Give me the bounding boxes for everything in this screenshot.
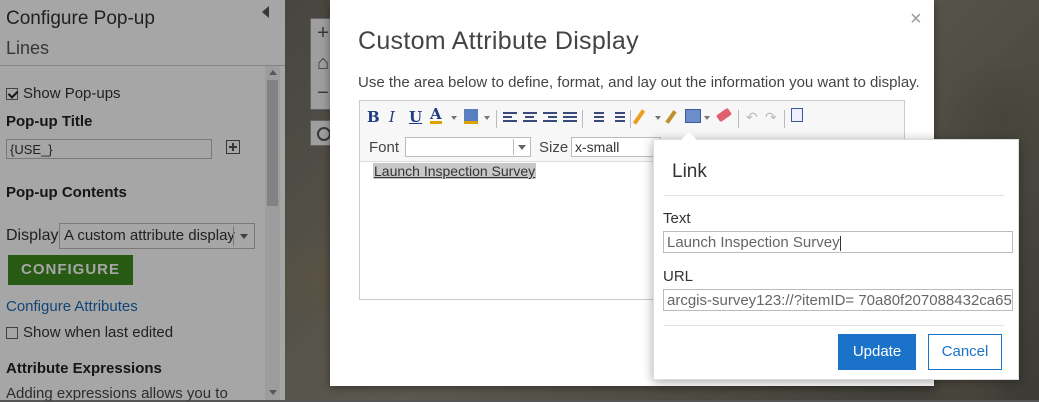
insert-image-icon[interactable]: [685, 109, 701, 123]
divider: [513, 139, 514, 155]
close-icon[interactable]: ×: [910, 8, 922, 31]
update-button[interactable]: Update: [838, 334, 916, 370]
bullet-list-icon[interactable]: [611, 112, 625, 124]
unlink-icon[interactable]: [665, 110, 677, 124]
underline-button[interactable]: U: [409, 108, 422, 126]
bold-button[interactable]: B: [367, 108, 380, 126]
dialog-description: Use the area below to define, format, an…: [358, 74, 920, 91]
editor-link-text[interactable]: Launch Inspection Survey: [373, 163, 537, 179]
divider: [664, 325, 1004, 326]
chevron-down-icon: [518, 145, 526, 150]
link-text-value: Launch Inspection Survey: [667, 234, 840, 251]
link-popup: Link Text Launch Inspection Survey URL a…: [653, 132, 1019, 380]
view-source-icon[interactable]: [791, 108, 803, 122]
divider: [738, 110, 739, 128]
divider: [496, 110, 497, 128]
highlight-color-icon[interactable]: [464, 109, 478, 124]
cancel-button[interactable]: Cancel: [928, 334, 1002, 370]
popup-pointer: [681, 132, 697, 140]
size-select[interactable]: x-small: [571, 137, 661, 157]
chevron-down-icon[interactable]: [704, 116, 710, 120]
undo-icon[interactable]: ↶: [746, 109, 758, 126]
chevron-down-icon[interactable]: [451, 116, 457, 120]
redo-icon[interactable]: ↷: [765, 109, 777, 126]
align-right-icon[interactable]: [543, 112, 557, 124]
align-left-icon[interactable]: [503, 112, 517, 124]
italic-button[interactable]: I: [389, 108, 395, 126]
divider: [582, 110, 583, 128]
font-select[interactable]: [405, 137, 531, 157]
numbered-list-icon[interactable]: [590, 112, 604, 124]
font-color-button[interactable]: A: [430, 107, 442, 124]
chevron-down-icon[interactable]: [655, 116, 661, 120]
dialog-title: Custom Attribute Display: [358, 27, 639, 55]
link-url-input[interactable]: arcgis-survey123://?itemID= 70a80f207088…: [663, 289, 1013, 311]
size-label: Size: [539, 139, 569, 156]
link-popup-title: Link: [672, 161, 707, 182]
divider: [664, 195, 1004, 196]
divider: [784, 110, 785, 128]
chevron-down-icon[interactable]: [484, 116, 490, 120]
align-justify-icon[interactable]: [563, 112, 577, 124]
link-icon[interactable]: [632, 109, 646, 125]
font-label: Font: [369, 139, 400, 156]
divider: [630, 110, 631, 128]
align-center-icon[interactable]: [523, 112, 537, 124]
link-text-input[interactable]: Launch Inspection Survey: [663, 231, 1013, 253]
link-text-label: Text: [663, 210, 691, 227]
link-url-label: URL: [663, 268, 694, 285]
eraser-icon[interactable]: [715, 107, 733, 123]
text-cursor: [839, 235, 841, 251]
